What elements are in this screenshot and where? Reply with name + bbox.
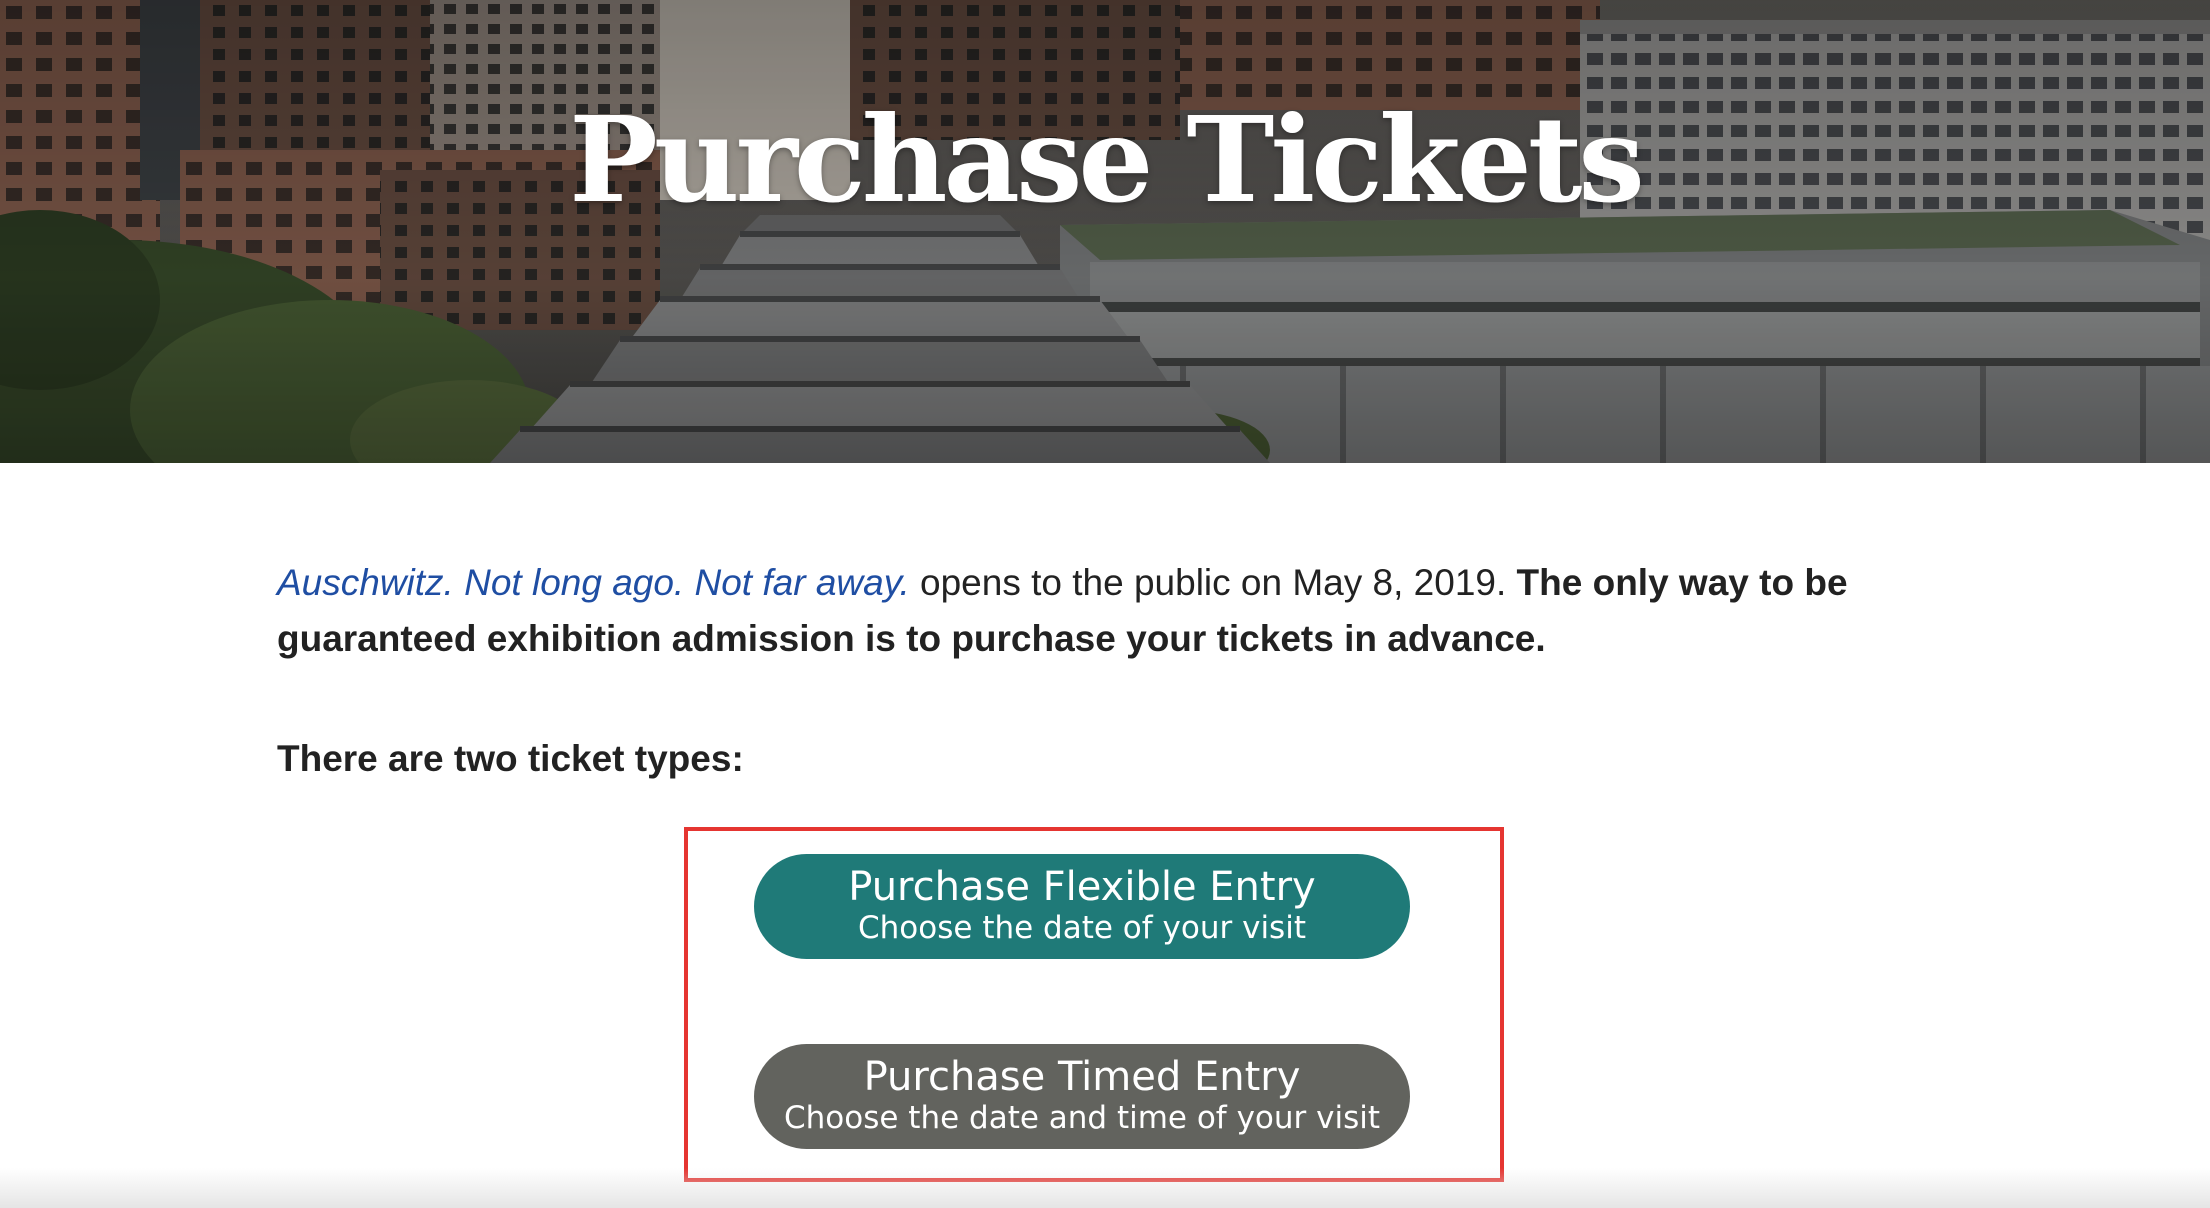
purchase-timed-entry-button[interactable]: Purchase Timed Entry Choose the date and… — [754, 1044, 1410, 1149]
purchase-flexible-entry-button[interactable]: Purchase Flexible Entry Choose the date … — [754, 854, 1410, 959]
ticket-types-heading: There are two ticket types: — [277, 738, 744, 779]
timed-entry-subtitle: Choose the date and time of your visit — [783, 1100, 1381, 1136]
hero-banner: Purchase Tickets — [0, 0, 2210, 463]
page: Purchase Tickets Auschwitz. Not long ago… — [0, 0, 2210, 1208]
exhibition-link[interactable]: Auschwitz. Not long ago. Not far away. — [277, 562, 910, 603]
intro-section: Auschwitz. Not long ago. Not far away. o… — [277, 555, 1957, 667]
timed-entry-title: Purchase Timed Entry — [863, 1054, 1301, 1100]
flexible-entry-subtitle: Choose the date of your visit — [858, 910, 1306, 946]
flexible-entry-title: Purchase Flexible Entry — [848, 864, 1316, 910]
opening-date-text: opens to the public on May 8, 2019. — [909, 562, 1517, 603]
bottom-fade — [0, 1168, 2210, 1208]
page-title: Purchase Tickets — [569, 90, 1645, 229]
intro-paragraph: Auschwitz. Not long ago. Not far away. o… — [277, 555, 1957, 667]
